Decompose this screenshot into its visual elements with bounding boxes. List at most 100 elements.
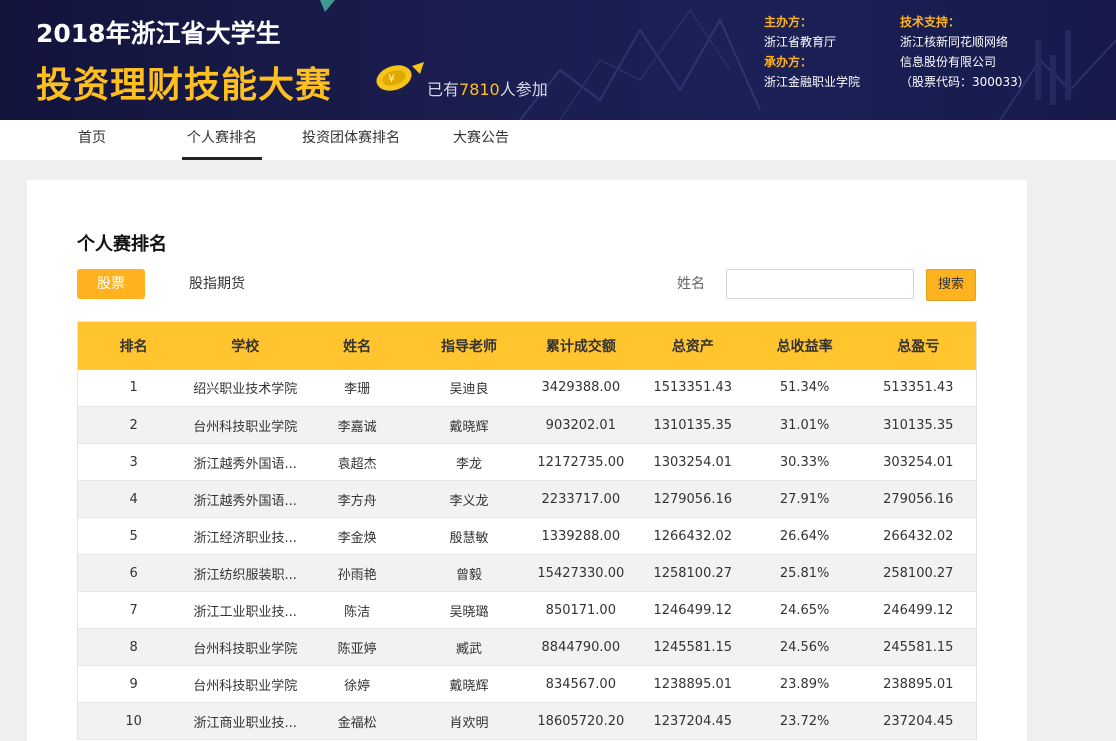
cell-profit-loss: 303254.01	[883, 454, 954, 470]
cell-rank: 7	[129, 602, 138, 618]
table-row[interactable]: 9 台州科技职业学院 徐婷 戴晓辉 834567.00 1238895.01 23.89% 2…	[77, 665, 977, 703]
search-button[interactable]: 搜索	[926, 269, 976, 301]
participant-count: 已有7810人参加	[427, 76, 548, 100]
tab-index-futures[interactable]: 股指期货	[189, 269, 245, 299]
table-row[interactable]: 5 浙江经济职业技... 李金焕 殷慧敏 1339288.00 1266432.02 26.…	[77, 517, 977, 555]
cell-total-assets: 1245581.15	[653, 639, 733, 655]
table-row[interactable]: 10 浙江商业职业技... 金福松 肖欢明 18605720.20 1237204.45 2…	[77, 702, 977, 740]
nav-home[interactable]: 首页	[78, 120, 106, 160]
cell-turnover: 12172735.00	[537, 454, 625, 470]
cell-turnover: 850171.00	[545, 602, 616, 618]
cell-turnover: 3429388.00	[541, 380, 621, 396]
name-search-input[interactable]	[726, 269, 914, 299]
svg-text:¥: ¥	[388, 72, 395, 85]
cell-profit-loss: 238895.01	[883, 676, 954, 692]
cell-profit-loss: 513351.43	[883, 380, 954, 396]
cell-return-rate: 27.91%	[779, 491, 830, 507]
cell-total-assets: 1279056.16	[653, 491, 733, 507]
cell-advisor: 戴晓辉	[449, 678, 489, 694]
cell-name: 袁超杰	[337, 456, 377, 472]
col-advisor: 指导老师	[440, 338, 497, 355]
cell-return-rate: 26.64%	[779, 528, 830, 544]
cell-profit-loss: 237204.45	[883, 713, 954, 729]
col-return-rate: 总收益率	[776, 338, 833, 355]
cell-rank: 1	[129, 380, 138, 396]
cell-school: 浙江越秀外国语...	[193, 456, 297, 472]
ranking-table: 排名 学校 姓名 指导老师 累计成交额 总资产 总收益率 总盈亏 1 绍兴职业技术…	[77, 321, 977, 740]
participants-suffix: 人参加	[499, 80, 548, 99]
cell-total-assets: 1246499.12	[653, 602, 733, 618]
cell-school: 浙江纺织服装职...	[193, 567, 297, 583]
cell-advisor: 吴晓璐	[449, 604, 489, 620]
table-row[interactable]: 2 台州科技职业学院 李嘉诚 戴晓辉 903202.01 1310135.35 31.01%…	[77, 406, 977, 444]
cell-rank: 3	[129, 454, 138, 470]
cell-advisor: 臧武	[455, 641, 482, 657]
cell-turnover: 18605720.20	[537, 713, 625, 729]
nav-announcements[interactable]: 大赛公告	[453, 120, 509, 160]
table-row[interactable]: 4 浙江越秀外国语... 李方舟 李义龙 2233717.00 1279056.16 27.…	[77, 480, 977, 518]
cell-school: 浙江商业职业技...	[193, 715, 297, 731]
cell-total-assets: 1237204.45	[653, 713, 733, 729]
cell-rank: 4	[129, 491, 138, 507]
cell-profit-loss: 279056.16	[883, 491, 954, 507]
cell-profit-loss: 245581.15	[883, 639, 954, 655]
ranking-table-wrapper: 排名 学校 姓名 指导老师 累计成交额 总资产 总收益率 总盈亏 1 绍兴职业技术…	[77, 321, 977, 740]
cell-turnover: 834567.00	[545, 676, 616, 692]
cell-return-rate: 25.81%	[779, 565, 830, 581]
host-value: 浙江省教育厅	[764, 35, 837, 49]
cell-return-rate: 23.89%	[779, 676, 830, 692]
organizer-label: 承办方：	[764, 55, 813, 69]
cell-name: 徐婷	[344, 678, 371, 694]
cell-advisor: 肖欢明	[449, 715, 489, 731]
cell-turnover: 903202.01	[545, 417, 616, 433]
nav-team-ranking[interactable]: 投资团体赛排名	[302, 120, 400, 160]
cell-return-rate: 31.01%	[779, 417, 830, 433]
cell-total-assets: 1258100.27	[653, 565, 733, 581]
table-row[interactable]: 7 浙江工业职业技... 陈洁 吴晓璐 850171.00 1246499.12 24.65…	[77, 591, 977, 629]
cell-advisor: 曾毅	[455, 567, 482, 583]
nav-individual-ranking[interactable]: 个人赛排名	[182, 120, 262, 160]
cell-school: 台州科技职业学院	[193, 641, 298, 657]
cell-rank: 6	[129, 565, 138, 581]
cell-advisor: 戴晓辉	[449, 419, 489, 435]
cell-turnover: 2233717.00	[541, 491, 621, 507]
cell-profit-loss: 266432.02	[883, 528, 954, 544]
cell-school: 绍兴职业技术学院	[193, 382, 298, 398]
ranking-card: 个人赛排名 股票 股指期货 姓名 搜索 排名 学校 姓名 指导老师 累计成交额 …	[27, 180, 1027, 741]
cell-rank: 5	[129, 528, 138, 544]
host-label: 主办方：	[764, 15, 813, 29]
cell-turnover: 8844790.00	[541, 639, 621, 655]
col-turnover: 累计成交额	[545, 338, 616, 355]
cell-name: 李方舟	[337, 493, 377, 509]
cell-name: 孙雨艳	[337, 567, 377, 583]
cell-turnover: 1339288.00	[541, 528, 621, 544]
cell-name: 李珊	[344, 382, 371, 398]
cell-school: 台州科技职业学院	[193, 419, 298, 435]
cell-school: 台州科技职业学院	[193, 678, 298, 694]
section-title: 个人赛排名	[77, 234, 167, 255]
tech-support-line2: 信息股份有限公司	[900, 55, 997, 69]
col-rank: 排名	[119, 338, 148, 355]
table-row[interactable]: 3 浙江越秀外国语... 袁超杰 李龙 12172735.00 1303254.01 30.…	[77, 443, 977, 481]
main-nav: 首页 个人赛排名 投资团体赛排名 大赛公告	[0, 120, 1116, 160]
cell-advisor: 李龙	[455, 456, 482, 472]
participants-prefix: 已有	[427, 80, 460, 99]
cell-turnover: 15427330.00	[537, 565, 625, 581]
tab-stock[interactable]: 股票	[77, 269, 145, 299]
cell-total-assets: 1303254.01	[653, 454, 733, 470]
table-header-row: 排名 学校 姓名 指导老师 累计成交额 总资产 总收益率 总盈亏	[77, 321, 977, 370]
cell-profit-loss: 310135.35	[883, 417, 954, 433]
cell-rank: 9	[129, 676, 138, 692]
table-row[interactable]: 8 台州科技职业学院 陈亚婷 臧武 8844790.00 1245581.15 24.56%…	[77, 628, 977, 666]
cell-rank: 8	[129, 639, 138, 655]
table-row[interactable]: 6 浙江纺织服装职... 孙雨艳 曾毅 15427330.00 1258100.27 25.…	[77, 554, 977, 592]
table-row[interactable]: 1 绍兴职业技术学院 李珊 吴迪良 3429388.00 1513351.43 51.34%…	[77, 369, 977, 407]
cell-advisor: 殷慧敏	[449, 530, 489, 546]
cell-name: 陈亚婷	[337, 641, 377, 657]
tech-support-label: 技术支持：	[900, 15, 961, 29]
cell-name: 李金焕	[337, 530, 377, 546]
cell-advisor: 吴迪良	[449, 382, 489, 398]
cell-name: 金福松	[337, 715, 377, 731]
col-profit-loss: 总盈亏	[897, 338, 940, 355]
tech-support-line3: （股票代码：300033）	[900, 75, 1030, 89]
